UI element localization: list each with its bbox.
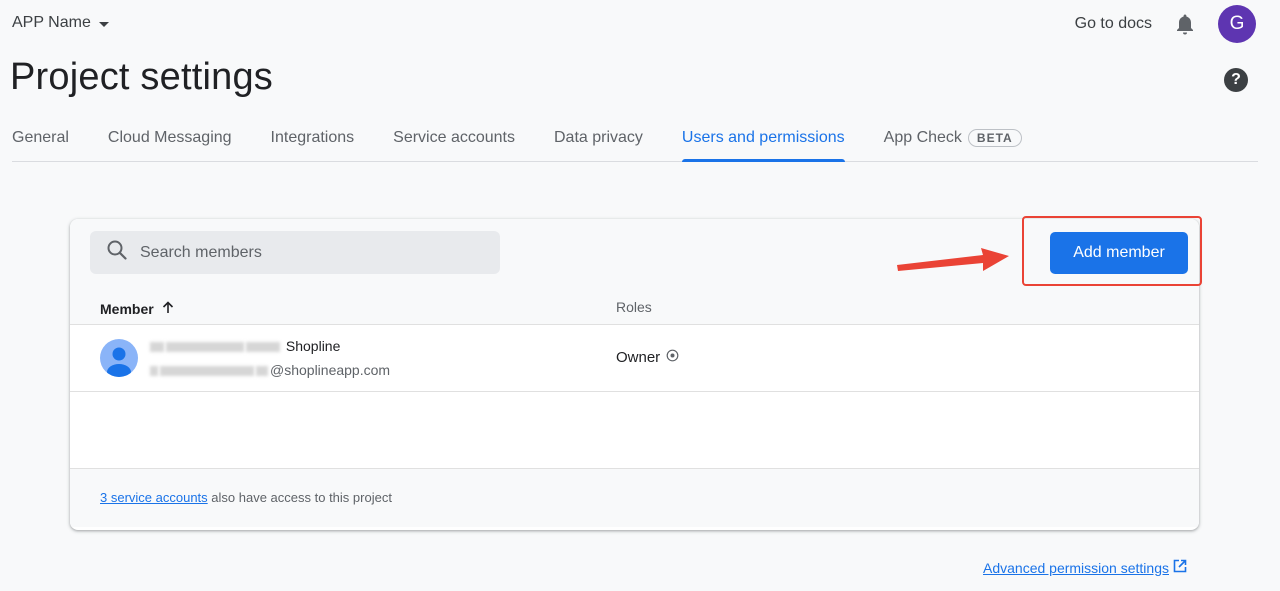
empty-table-area [70, 392, 1199, 469]
member-email: @shoplineapp.com [150, 362, 390, 378]
role-label: Owner [616, 349, 661, 366]
tab-general[interactable]: General [12, 120, 69, 161]
help-icon[interactable]: ? [1224, 68, 1248, 92]
annotation-arrow-icon [897, 248, 1009, 271]
member-role: Owner [616, 349, 679, 366]
role-info-icon[interactable] [666, 349, 679, 366]
roles-column-header: Roles [616, 299, 652, 315]
settings-tabs: General Cloud Messaging Integrations Ser… [12, 120, 1258, 162]
member-avatar [100, 339, 138, 377]
tab-data-privacy[interactable]: Data privacy [554, 120, 643, 161]
app-switcher[interactable]: APP Name [12, 14, 109, 32]
members-toolbar: Add member [70, 219, 1199, 289]
app-name: APP Name [12, 14, 91, 31]
table-row: Shopline @shoplineapp.com Owner [70, 325, 1199, 392]
search-box[interactable] [90, 231, 500, 274]
advanced-permission-settings-link[interactable]: Advanced permission settings [983, 559, 1187, 576]
member-email-visible: @shoplineapp.com [270, 362, 391, 378]
sort-arrow-up-icon [162, 301, 174, 317]
search-icon [106, 239, 128, 266]
tab-cloud-messaging[interactable]: Cloud Messaging [108, 120, 232, 161]
add-member-button[interactable]: Add member [1050, 232, 1188, 274]
member-column-header[interactable]: Member [100, 301, 174, 317]
beta-badge: BETA [967, 128, 1022, 147]
open-in-new-icon [1173, 559, 1187, 576]
tab-users-and-permissions[interactable]: Users and permissions [681, 120, 845, 162]
member-name-visible: Shopline [285, 338, 341, 354]
page-title: Project settings [10, 56, 273, 98]
chevron-down-icon [98, 21, 109, 27]
members-footer: 3 service accounts also have access to t… [70, 469, 1199, 527]
go-to-docs-link[interactable]: Go to docs [1075, 15, 1152, 33]
search-members-input[interactable] [140, 243, 480, 262]
member-name: Shopline [150, 338, 340, 354]
tab-app-check[interactable]: App Check BETA [884, 120, 1022, 161]
members-table-header: Member Roles [70, 289, 1199, 325]
tab-service-accounts[interactable]: Service accounts [393, 120, 515, 161]
tab-integrations[interactable]: Integrations [271, 120, 355, 161]
members-card: Add member Member Roles Shopline @sh [70, 219, 1199, 530]
footer-text: also have access to this project [207, 490, 392, 505]
service-accounts-link[interactable]: 3 service accounts [100, 490, 208, 505]
notifications-bell-icon[interactable] [1174, 12, 1196, 36]
user-avatar[interactable]: G [1218, 5, 1256, 43]
header-actions: Go to docs G [1075, 5, 1256, 43]
